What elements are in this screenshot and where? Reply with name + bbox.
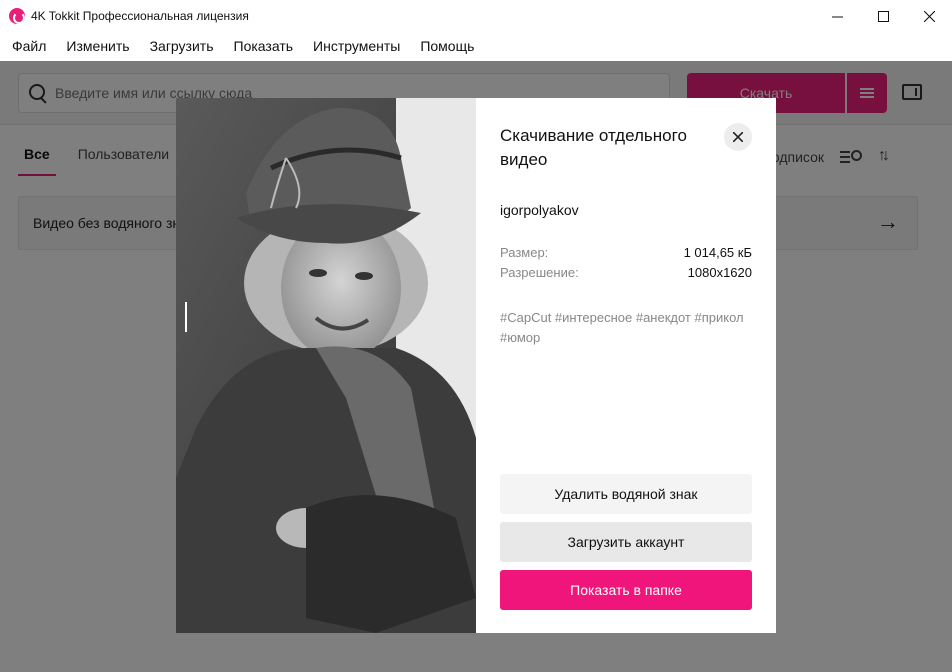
close-dialog-button[interactable] (724, 123, 752, 151)
show-in-folder-button[interactable]: Показать в папке (500, 570, 752, 610)
maximize-icon (877, 10, 889, 22)
playback-cursor (185, 302, 187, 332)
minimize-button[interactable] (814, 0, 860, 32)
title-bar: 4K Tokkit Профессиональная лицензия (0, 0, 952, 32)
menu-download[interactable]: Загрузить (140, 32, 224, 61)
window-title: 4K Tokkit Профессиональная лицензия (31, 9, 249, 23)
close-window-button[interactable] (906, 0, 952, 32)
hashtags: #CapCut #интересное #анекдот #прикол #юм… (500, 310, 744, 345)
menu-view[interactable]: Показать (224, 32, 304, 61)
resolution-row: Разрешение: 1080x1620 (500, 265, 752, 280)
video-preview[interactable] (176, 98, 476, 633)
size-row: Размер: 1 014,65 кБ (500, 245, 752, 260)
video-thumbnail-image (176, 98, 476, 633)
size-label: Размер: (500, 245, 549, 260)
author-name: igorpolyakov (500, 202, 579, 218)
minimize-icon (831, 16, 843, 17)
resolution-value: 1080x1620 (687, 265, 752, 280)
resolution-label: Разрешение: (500, 265, 579, 280)
menu-file[interactable]: Файл (2, 32, 56, 61)
menu-tools[interactable]: Инструменты (303, 32, 410, 61)
app-logo-icon (9, 8, 25, 24)
dialog-title: Скачивание отдельного видео (500, 126, 687, 169)
remove-watermark-button[interactable]: Удалить водяной знак (500, 474, 752, 514)
load-account-button[interactable]: Загрузить аккаунт (500, 522, 752, 562)
maximize-button[interactable] (860, 0, 906, 32)
menu-help[interactable]: Помощь (410, 32, 484, 61)
menu-edit[interactable]: Изменить (56, 32, 139, 61)
download-video-dialog: Скачивание отдельного видео igorpolyakov… (176, 98, 776, 633)
window-controls (814, 0, 952, 32)
close-icon (923, 10, 935, 22)
video-details-panel: Скачивание отдельного видео igorpolyakov… (476, 98, 776, 633)
close-icon (733, 132, 743, 142)
size-value: 1 014,65 кБ (683, 245, 752, 260)
menu-bar: Файл Изменить Загрузить Показать Инструм… (0, 32, 952, 61)
